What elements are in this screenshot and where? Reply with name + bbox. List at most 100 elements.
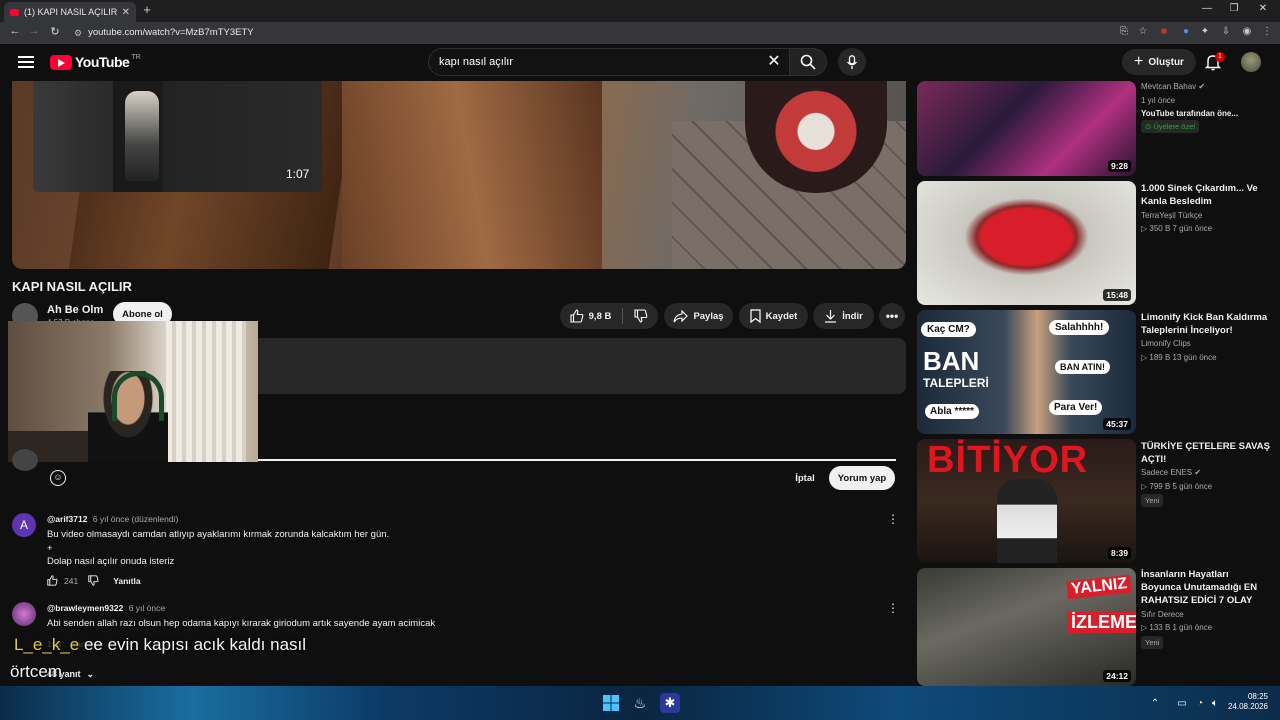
related-thumbnail[interactable]: Kaç CM? Salahhhh! BAN TALEPLERİ BAN ATIN… — [917, 310, 1136, 434]
system-clock[interactable]: 08:25 24.08.2026 — [1228, 692, 1268, 712]
comment-reply-button[interactable]: Yanıtla — [113, 576, 140, 586]
search-button[interactable] — [789, 48, 827, 76]
create-button[interactable]: + Oluştur — [1122, 49, 1196, 75]
comment-line: + — [47, 542, 53, 554]
thumb-text: İZLEME — [1067, 612, 1136, 633]
webcam-curtain — [166, 321, 246, 462]
save-button[interactable]: Kaydet — [739, 303, 808, 329]
thumb-text: YALNIZ — [1066, 574, 1133, 600]
tab-close-icon[interactable]: ✕ — [122, 7, 130, 18]
thumb-text: BİTİYOR — [927, 439, 1089, 481]
submit-comment-button[interactable]: Yorum yap — [829, 466, 895, 490]
comment-body: Abi senden allah razı olsun hep odama ka… — [47, 617, 435, 631]
app-icon[interactable]: ✱ — [660, 693, 680, 713]
thumbs-down-icon[interactable] — [88, 575, 99, 586]
back-icon[interactable]: ← — [8, 25, 22, 37]
comment-avatar[interactable]: A — [12, 513, 36, 537]
network-icon[interactable]: ▭ — [1172, 693, 1192, 713]
minimize-button[interactable]: — — [1197, 3, 1217, 14]
browser-tab[interactable]: (1) KAPI NASIL AÇILIR - YouTube ✕ — [4, 2, 136, 22]
site-info-icon[interactable]: ⚙ — [74, 25, 82, 41]
related-thumbnail[interactable]: 15:48 — [917, 181, 1136, 305]
search-input[interactable]: kapı nasıl açılır — [428, 48, 790, 76]
install-app-icon[interactable]: ⎘ — [1117, 26, 1131, 37]
voice-search-button[interactable] — [838, 48, 866, 76]
thumb-figure — [997, 479, 1057, 563]
related-thumbnail[interactable]: 9:28 — [917, 81, 1136, 176]
comment-line: Dolap nasıl açılır onuda isteriz — [47, 556, 175, 567]
extension-1-icon[interactable]: ■ — [1157, 26, 1171, 37]
new-tab-button[interactable]: + — [140, 2, 154, 20]
related-channel[interactable]: Sadece ENES ✔ — [1141, 468, 1201, 477]
related-meta: ▷ 350 B 7 gün önce — [1141, 224, 1213, 233]
related-title[interactable]: 1.000 Sinek Çıkardım... Ve Kanla Besledi… — [1141, 182, 1271, 208]
youtube-favicon-icon — [10, 8, 19, 16]
comment-menu-icon[interactable]: ⋮ — [887, 512, 899, 526]
comment-like-button[interactable]: 241 — [47, 575, 78, 586]
maximize-button[interactable]: ❐ — [1224, 3, 1244, 14]
thumb-text: Para Ver! — [1049, 400, 1103, 415]
bookmark-icon — [750, 309, 761, 323]
related-thumbnail[interactable]: BİTİYOR 8:39 — [917, 439, 1136, 563]
windows-start-icon[interactable] — [601, 693, 621, 713]
comment-input-underline[interactable] — [258, 459, 896, 461]
extensions-puzzle-icon[interactable]: ✦ — [1198, 26, 1212, 37]
share-arrow-icon — [673, 309, 689, 322]
youtube-logo[interactable]: YouTube TR — [50, 54, 141, 70]
related-channel[interactable]: Mevtcan Bahav ✔ — [1141, 82, 1205, 91]
profile-icon[interactable]: ◉ — [1240, 26, 1254, 37]
comment-username[interactable]: @arif3712 — [47, 514, 87, 524]
video-duration: 45:37 — [1103, 418, 1131, 430]
related-title[interactable]: İnsanların Hayatları Boyunca Unutamadığı… — [1141, 568, 1271, 607]
miniplayer-preview[interactable] — [33, 81, 322, 192]
download-button[interactable]: İndir — [813, 303, 874, 329]
video-duration: 15:48 — [1103, 289, 1131, 301]
dislike-button[interactable] — [634, 309, 648, 323]
channel-name[interactable]: Ah Be Olm — [47, 304, 103, 316]
like-button[interactable]: 9,8 B — [570, 309, 611, 323]
related-channel[interactable]: Limonify Clips — [1141, 339, 1191, 348]
comment-avatar[interactable] — [12, 602, 36, 626]
emoji-icon[interactable]: ☺ — [50, 470, 66, 486]
clear-search-icon[interactable]: ✕ — [765, 52, 783, 72]
clock-time: 08:25 — [1247, 692, 1268, 701]
extension-2-icon[interactable]: ● — [1179, 26, 1193, 37]
forward-icon[interactable]: → — [27, 25, 41, 37]
bookmark-star-icon[interactable]: ☆ — [1136, 26, 1150, 37]
thumbs-up-icon — [47, 575, 58, 586]
related-thumbnail[interactable]: YALNIZ İZLEME 24:12 — [917, 568, 1136, 686]
comment-menu-icon[interactable]: ⋮ — [887, 601, 899, 615]
comment-line: Abi senden allah razı olsun hep odama ka… — [47, 618, 436, 629]
related-meta: ▷ 189 B 13 gün önce — [1141, 353, 1217, 362]
hamburger-menu-icon[interactable] — [18, 54, 34, 68]
close-window-button[interactable]: ✕ — [1253, 3, 1273, 14]
browser-menu-icon[interactable]: ⋮ — [1260, 26, 1274, 37]
related-title[interactable]: Limonify Kick Ban Kaldırma Taleplerini İ… — [1141, 311, 1271, 337]
account-avatar[interactable] — [1241, 52, 1261, 72]
address-bar[interactable]: ⚙ youtube.com/watch?v=MzB7mTY3ETY — [74, 25, 1104, 41]
comment-username[interactable]: @brawleymen9322 — [47, 603, 123, 613]
clock-date: 24.08.2026 — [1227, 702, 1268, 711]
steam-icon[interactable]: ♨ — [630, 693, 650, 713]
related-channel-name: Mevtcan Bahav — [1141, 82, 1197, 91]
reload-icon[interactable]: ↻ — [48, 25, 62, 38]
downloads-icon[interactable]: ⇩ — [1219, 26, 1233, 37]
cancel-comment-button[interactable]: İptal — [786, 466, 824, 490]
share-label: Paylaş — [693, 310, 724, 322]
miniplayer-timestamp: 1:07 — [286, 167, 310, 181]
notification-count-badge: 1 — [1215, 52, 1225, 62]
related-title[interactable]: TÜRKİYE ÇETELERE SAVAŞ AÇTI! — [1141, 440, 1271, 466]
related-channel[interactable]: TerraYeşil Türkçe — [1141, 211, 1202, 220]
thumbs-up-icon — [570, 309, 583, 323]
streamer-webcam-overlay — [8, 321, 258, 462]
thumb-text: BAN ATIN! — [1055, 360, 1110, 374]
share-button[interactable]: Paylaş — [664, 303, 733, 329]
url-text: youtube.com/watch?v=MzB7mTY3ETY — [88, 27, 254, 38]
more-actions-button[interactable]: ••• — [879, 303, 905, 329]
tray-chevron-icon[interactable]: ⌃ — [1145, 693, 1165, 713]
chat-username: L_e_k_e — [14, 635, 80, 654]
new-badge: Yeni — [1141, 494, 1164, 507]
thumbs-down-icon — [634, 309, 648, 323]
save-label: Kaydet — [765, 310, 798, 322]
related-channel[interactable]: Sıfır Derece — [1141, 610, 1184, 619]
